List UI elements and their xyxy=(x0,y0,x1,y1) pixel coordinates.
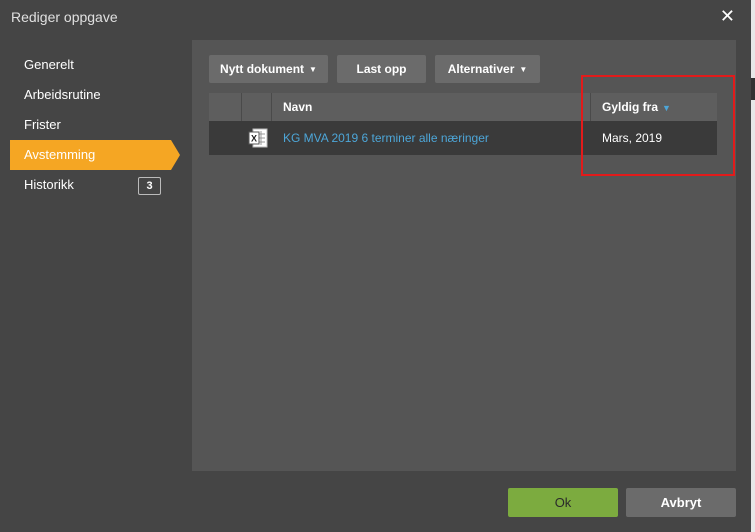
valid-from-value: Mars, 2019 xyxy=(602,131,663,145)
table-header: Navn Gyldig fra ▼ xyxy=(209,93,717,121)
table-row[interactable]: X KG MVA 2019 6 terminer alle næringer M… xyxy=(209,121,717,155)
alternatives-button[interactable]: Alternativer ▼ xyxy=(435,55,540,83)
sidebar-item-label: Generelt xyxy=(24,57,74,72)
new-document-button[interactable]: Nytt dokument ▼ xyxy=(209,55,328,83)
row-valid-from-cell: Mars, 2019 xyxy=(591,121,717,155)
sort-descending-icon: ▼ xyxy=(662,103,671,113)
sidebar-item-label: Frister xyxy=(24,117,61,132)
ok-button[interactable]: Ok xyxy=(508,488,618,517)
column-header-valid-from-label: Gyldig fra xyxy=(602,100,659,114)
column-header-select[interactable] xyxy=(209,93,242,121)
document-link[interactable]: KG MVA 2019 6 terminer alle næringer xyxy=(283,131,489,145)
upload-label: Last opp xyxy=(356,62,407,76)
background-window-edge xyxy=(751,0,755,532)
sidebar-item-label: Arbeidsrutine xyxy=(24,87,101,102)
documents-table: Navn Gyldig fra ▼ X KG MVA 2019 6 termin… xyxy=(209,93,717,155)
background-window-notch xyxy=(751,78,755,100)
alternatives-label: Alternativer xyxy=(447,62,515,76)
sidebar-item-label: Avstemming xyxy=(24,147,96,162)
sidebar-item-frister[interactable]: Frister xyxy=(0,110,190,140)
column-header-name-label: Navn xyxy=(283,100,313,114)
upload-button[interactable]: Last opp xyxy=(337,55,426,83)
column-header-type[interactable] xyxy=(242,93,272,121)
sidebar-item-generelt[interactable]: Generelt xyxy=(0,50,190,80)
svg-text:X: X xyxy=(251,134,257,144)
excel-icon: X xyxy=(248,128,268,148)
close-icon[interactable]: ✕ xyxy=(720,6,735,27)
ok-label: Ok xyxy=(554,495,572,510)
content-panel: Nytt dokument ▼ Last opp Alternativer ▼ Na… xyxy=(192,40,736,471)
column-header-valid-from[interactable]: Gyldig fra ▼ xyxy=(591,93,717,121)
sidebar-nav: Generelt Arbeidsrutine Frister Avstemmin… xyxy=(0,50,190,200)
sidebar-item-label: Historikk xyxy=(24,177,74,192)
cancel-label: Avbryt xyxy=(660,495,702,510)
chevron-down-icon: ▼ xyxy=(309,65,317,74)
chevron-down-icon: ▼ xyxy=(519,65,528,74)
row-type-cell: X xyxy=(242,121,272,155)
row-select-cell[interactable] xyxy=(209,121,242,155)
sidebar-item-arbeidsrutine[interactable]: Arbeidsrutine xyxy=(0,80,190,110)
edit-task-dialog: Rediger oppgave ✕ Generelt Arbeidsrutine… xyxy=(0,0,752,532)
dialog-title: Rediger oppgave xyxy=(11,9,118,25)
sidebar-item-avstemming[interactable]: Avstemming xyxy=(10,140,180,170)
new-document-label: Nytt dokument xyxy=(220,62,305,76)
history-count-badge: 3 xyxy=(138,177,161,195)
sidebar-item-historikk[interactable]: Historikk 3 xyxy=(0,170,190,200)
column-header-name[interactable]: Navn xyxy=(272,93,591,121)
cancel-button[interactable]: Avbryt xyxy=(626,488,736,517)
row-name-cell: KG MVA 2019 6 terminer alle næringer xyxy=(272,121,591,155)
dialog-titlebar: Rediger oppgave ✕ xyxy=(0,0,751,32)
